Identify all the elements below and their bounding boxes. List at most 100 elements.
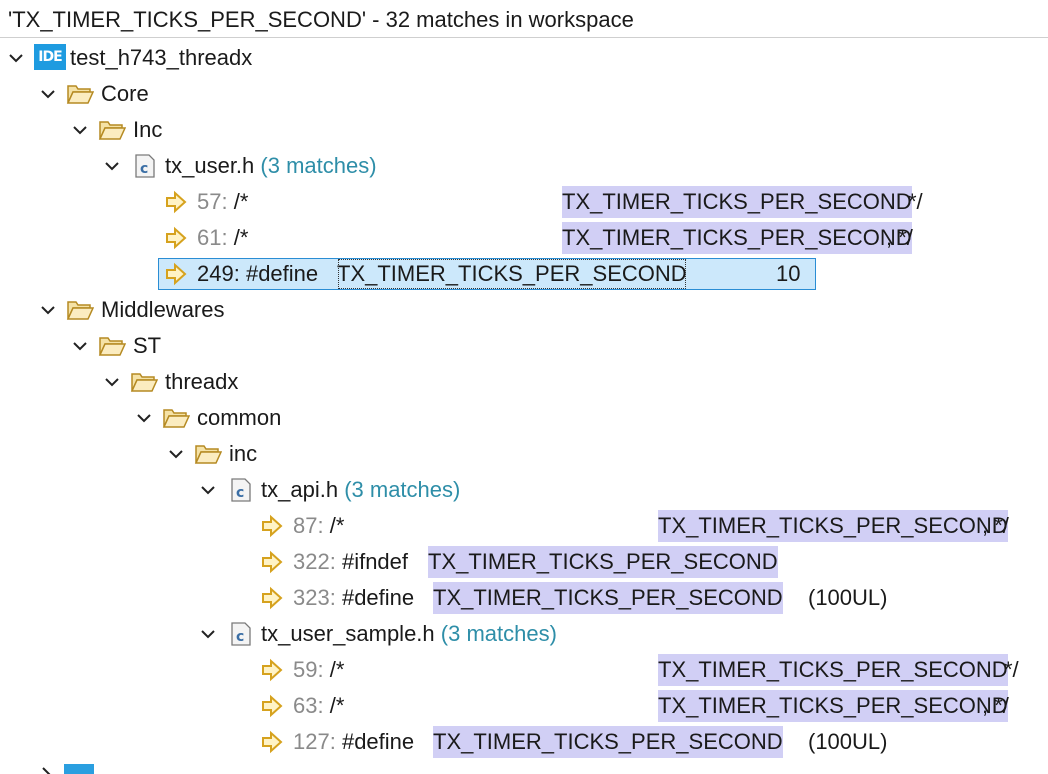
code-tail: (100UL) [808,585,888,610]
match-arrow-icon [262,586,283,610]
match-arrow-icon [262,658,283,682]
folder-label: Middlewares [101,297,225,322]
tree-item-project[interactable]: IDE test_h743_threadx [0,40,1048,76]
folder-open-icon [130,373,158,392]
folder-label: ST [133,333,162,358]
chevron-down-icon[interactable] [6,48,26,68]
match-arrow-icon [166,190,187,214]
chevron-down-icon[interactable] [70,336,90,356]
match-arrow-icon [262,730,283,754]
line-number: 87: [293,513,324,538]
folder-label: Core [101,81,149,106]
match-arrow-icon [166,262,187,286]
code-text: #define [245,261,319,286]
code-tail: (100UL) [808,729,888,754]
code-tail: */ [1004,657,1019,682]
match-row[interactable]: 322: #ifndef TX_TIMER_TICKS_PER_SECOND [0,544,1048,580]
tree-item-st[interactable]: ST [0,328,1048,364]
line-number: 59: [293,657,324,682]
mx-project-icon [64,764,94,774]
c-header-file-icon: c [231,622,251,646]
svg-text:c: c [236,629,244,645]
tree-item-next-project-partial[interactable] [0,760,1048,774]
match-row[interactable]: 59: /* TX_TIMER_TICKS_PER_SECOND */ [0,652,1048,688]
match-row[interactable]: 127: #define TX_TIMER_TICKS_PER_SECOND (… [0,724,1048,760]
folder-open-icon [162,409,190,428]
match-row[interactable]: 63: /* TX_TIMER_TICKS_PER_SECOND , */ [0,688,1048,724]
tree-item-core[interactable]: Core [0,76,1048,112]
search-highlight: TX_TIMER_TICKS_PER_SECOND [428,546,778,578]
chevron-down-icon[interactable] [102,156,122,176]
folder-label: common [197,405,282,430]
tree-item-file-tx-api[interactable]: c tx_api.h (3 matches) [0,472,1048,508]
code-text: #define [341,729,415,754]
search-highlight: TX_TIMER_TICKS_PER_SECOND [433,726,783,758]
tree-item-threadx[interactable]: threadx [0,364,1048,400]
tree-item-inc-core[interactable]: Inc [0,112,1048,148]
chevron-down-icon[interactable] [38,84,58,104]
tree-item-inc[interactable]: inc [0,436,1048,472]
chevron-down-icon[interactable] [70,120,90,140]
chevron-down-icon[interactable] [198,480,218,500]
search-highlight: TX_TIMER_TICKS_PER_SECOND [433,582,783,614]
match-arrow-icon [262,550,283,574]
match-row[interactable]: 57: /* TX_TIMER_TICKS_PER_SECOND */ [0,184,1048,220]
chevron-down-icon[interactable] [134,408,154,428]
chevron-down-icon[interactable] [198,624,218,644]
ide-project-icon: IDE [34,44,66,70]
folder-open-icon [98,121,126,140]
search-highlight: TX_TIMER_TICKS_PER_SECOND [658,654,1008,686]
code-tail: , */ [982,513,1009,538]
line-number: 323: [293,585,336,610]
folder-label: threadx [165,369,239,394]
match-row-selected[interactable]: 249: #define TX_TIMER_TICKS_PER_SECOND 1… [0,256,1048,292]
c-header-file-icon: c [135,154,155,178]
line-number: 63: [293,693,324,718]
line-number: 61: [197,225,228,250]
line-number: 249: [197,261,240,286]
file-label: tx_user_sample.h [261,621,435,646]
svg-text:c: c [140,161,148,177]
svg-text:c: c [236,485,244,501]
chevron-down-icon[interactable] [38,300,58,320]
match-count: (3 matches) [260,153,377,178]
match-row[interactable]: 61: /* TX_TIMER_TICKS_PER_SECOND , */ [0,220,1048,256]
match-row[interactable]: 87: /* TX_TIMER_TICKS_PER_SECOND , */ [0,508,1048,544]
code-text: #ifndef [341,549,409,574]
tree-item-middlewares[interactable]: Middlewares [0,292,1048,328]
line-number: 322: [293,549,336,574]
match-count: (3 matches) [344,477,461,502]
code-tail: , */ [982,693,1009,718]
chevron-down-icon[interactable] [102,372,122,392]
code-text: /* [329,513,345,538]
line-number: 127: [293,729,336,754]
folder-open-icon [194,445,222,464]
match-count: (3 matches) [440,621,557,646]
tree-item-file-tx-user[interactable]: c tx_user.h (3 matches) [0,148,1048,184]
search-highlight: TX_TIMER_TICKS_PER_SECOND [562,222,912,254]
code-text: /* [233,225,249,250]
chevron-right-icon[interactable] [36,764,56,774]
match-arrow-icon [262,694,283,718]
code-tail: 10 [776,261,801,286]
search-highlight: TX_TIMER_TICKS_PER_SECOND [337,258,687,290]
match-row[interactable]: 323: #define TX_TIMER_TICKS_PER_SECOND (… [0,580,1048,616]
search-results-title: 'TX_TIMER_TICKS_PER_SECOND' - 32 matches… [0,0,1048,38]
folder-open-icon [98,337,126,356]
project-label: test_h743_threadx [70,45,253,70]
c-header-file-icon: c [231,478,251,502]
search-highlight: TX_TIMER_TICKS_PER_SECOND [562,186,912,218]
folder-label: Inc [133,117,163,142]
tree-item-file-tx-user-sample[interactable]: c tx_user_sample.h (3 matches) [0,616,1048,652]
code-text: /* [329,693,345,718]
code-text: /* [233,189,249,214]
chevron-down-icon[interactable] [166,444,186,464]
code-text: #define [341,585,415,610]
folder-open-icon [66,85,94,104]
tree-item-common[interactable]: common [0,400,1048,436]
search-highlight: TX_TIMER_TICKS_PER_SECOND [658,510,1008,542]
match-arrow-icon [262,514,283,538]
code-tail: */ [908,189,923,214]
search-highlight: TX_TIMER_TICKS_PER_SECOND [658,690,1008,722]
match-arrow-icon [166,226,187,250]
